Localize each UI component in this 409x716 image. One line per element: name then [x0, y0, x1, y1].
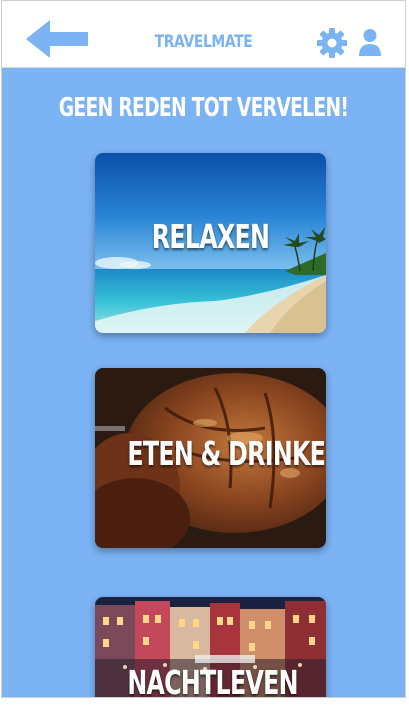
- phone-frame: TRAVELMATE GEEN REDEN TOT VERVELEN! RELA…: [1, 0, 406, 698]
- card-label-nachtleven: NACHTLEVEN: [127, 663, 298, 698]
- top-app-bar: TRAVELMATE: [2, 1, 405, 68]
- user-icon: [359, 29, 381, 56]
- card-label-relaxen: RELAXEN: [151, 217, 270, 256]
- category-card-eten-drinken[interactable]: ETEN & DRINKEN: [95, 368, 326, 548]
- settings-button[interactable]: [316, 27, 348, 59]
- page-headline: GEEN REDEN TOT VERVELEN!: [58, 93, 349, 123]
- profile-button[interactable]: [358, 28, 382, 58]
- category-card-nachtleven[interactable]: NACHTLEVEN: [95, 597, 326, 698]
- gear-icon: [317, 28, 347, 58]
- card-label-eten-drinken: ETEN & DRINKEN: [127, 434, 326, 473]
- category-card-relaxen[interactable]: RELAXEN: [95, 153, 326, 333]
